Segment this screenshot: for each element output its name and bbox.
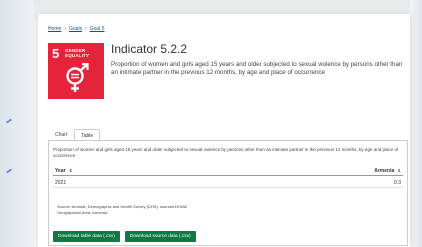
table-header: Year ⇳ Armenia ⇳ (53, 166, 403, 176)
breadcrumb-home[interactable]: Home (48, 26, 61, 32)
geographical-area-line: Geographical Area: Armenia (57, 210, 108, 215)
page-container: Home › Goals › Goal 5 5 GENDER EQUALITY … (38, 14, 410, 247)
sort-icon[interactable]: ⇳ (69, 168, 72, 173)
download-buttons: Download table data (.csv) Download sour… (53, 231, 196, 242)
gender-equality-icon (66, 63, 89, 92)
column-header-armenia-label: Armenia (374, 168, 395, 174)
goal-tile: 5 GENDER EQUALITY (48, 43, 104, 99)
download-table-button[interactable]: Download table data (.csv) (53, 231, 120, 242)
table-cell-year: 2021 (55, 180, 67, 186)
column-header-year[interactable]: Year ⇳ (55, 168, 72, 174)
breadcrumb-separator: › (85, 26, 87, 32)
background-left (0, 0, 34, 247)
download-source-button[interactable]: Download source data (.csv) (124, 231, 196, 242)
table-caption: Proportion of women and girls aged 15 ye… (53, 147, 399, 158)
goal-name: GENDER EQUALITY (65, 48, 89, 58)
background-right (410, 0, 422, 247)
table-panel: Proportion of women and girls aged 15 ye… (48, 140, 408, 246)
indicator-description: Proportion of women and girls aged 15 ye… (111, 61, 403, 76)
goal-number: 5 (52, 46, 60, 61)
source-note: Source: Armstat, Demographic and Health … (57, 204, 187, 216)
breadcrumb: Home › Goals › Goal 5 (48, 26, 104, 32)
table-row: 2021 0.3 (53, 178, 403, 188)
breadcrumb-separator: › (64, 26, 67, 32)
sort-icon[interactable]: ⇳ (398, 168, 401, 173)
goal-name-line2: EQUALITY (65, 53, 90, 58)
breadcrumb-goals[interactable]: Goals (69, 26, 82, 32)
column-header-armenia[interactable]: Armenia ⇳ (374, 168, 401, 174)
page-title: Indicator 5.2.2 (111, 42, 188, 56)
table-cell-value: 0.3 (394, 180, 401, 186)
source-line: Source: Armstat, Demographic and Health … (57, 204, 188, 209)
column-header-year-label: Year (55, 168, 66, 174)
breadcrumb-goal-5[interactable]: Goal 5 (90, 26, 105, 32)
